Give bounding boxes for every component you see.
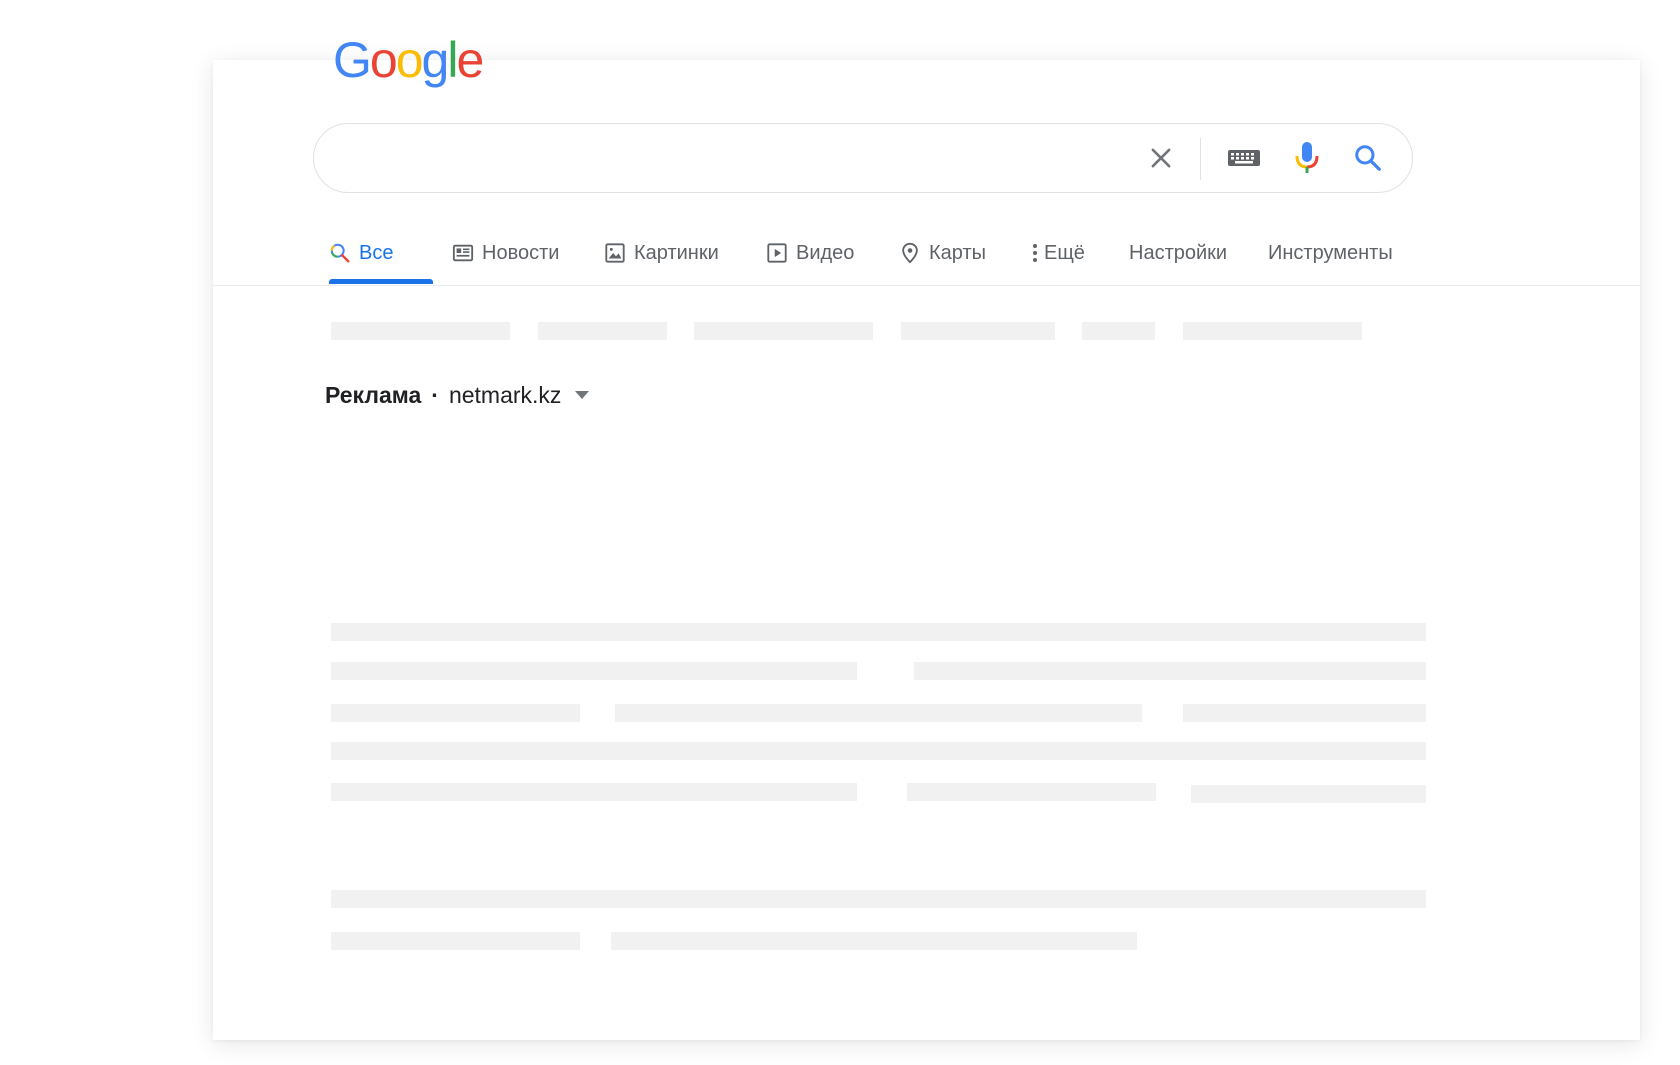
ad-domain[interactable]: netmark.kz <box>449 382 561 409</box>
skeleton-line <box>1082 322 1155 340</box>
skeleton-line <box>901 322 1055 340</box>
search-icon <box>329 242 351 264</box>
search-box <box>313 123 1413 193</box>
skeleton-line <box>611 932 1137 950</box>
image-icon <box>604 242 626 264</box>
skeleton-line <box>694 322 873 340</box>
logo-letter: G <box>333 32 372 88</box>
logo-letter: o <box>369 32 398 88</box>
tab-label: Картинки <box>634 241 719 264</box>
skeleton-line <box>907 783 1156 801</box>
search-box-divider <box>1200 138 1201 180</box>
skeleton-line <box>331 322 510 340</box>
more-vert-icon <box>1032 242 1038 264</box>
ad-header: Реклама · netmark.kz <box>325 380 590 410</box>
skeleton-line <box>331 783 857 801</box>
map-pin-icon <box>899 241 921 265</box>
google-logo[interactable]: Google <box>333 30 484 90</box>
tab-label: Новости <box>482 241 560 264</box>
tab-news[interactable]: Новости <box>452 225 559 281</box>
skeleton-line <box>331 742 1426 760</box>
search-tabs: Все Новости Картинки Видео Карты Ещё Нас… <box>0 225 1680 285</box>
tab-label: Карты <box>929 241 986 264</box>
news-icon <box>452 242 474 264</box>
tab-label: Инструменты <box>1268 241 1393 264</box>
tab-label: Видео <box>796 241 855 264</box>
skeleton-line <box>538 322 667 340</box>
skeleton-line <box>331 704 580 722</box>
keyboard-icon[interactable] <box>1224 138 1264 178</box>
skeleton-line <box>1191 785 1426 803</box>
ad-label: Реклама <box>325 381 422 408</box>
clear-icon[interactable] <box>1141 138 1181 178</box>
tabs-divider <box>213 285 1640 286</box>
skeleton-line <box>331 890 1426 908</box>
tab-more[interactable]: Ещё <box>1032 225 1085 281</box>
logo-letter: e <box>456 32 484 88</box>
active-tab-indicator <box>329 279 433 284</box>
skeleton-line <box>615 704 1142 722</box>
search-icon[interactable] <box>1348 138 1388 178</box>
video-icon <box>766 242 788 264</box>
logo-letter: g <box>421 32 450 88</box>
tab-maps[interactable]: Карты <box>899 225 986 281</box>
tab-video[interactable]: Видео <box>766 225 854 281</box>
tab-label: Ещё <box>1044 241 1085 264</box>
tab-all[interactable]: Все <box>329 225 393 281</box>
tab-images[interactable]: Картинки <box>604 225 719 281</box>
tab-label: Настройки <box>1129 241 1228 264</box>
logo-letter: o <box>395 32 424 88</box>
skeleton-line <box>331 623 1426 641</box>
skeleton-line <box>331 932 580 950</box>
tab-tools[interactable]: Инструменты <box>1268 225 1393 281</box>
skeleton-line <box>1183 704 1426 722</box>
skeleton-line <box>1183 322 1362 340</box>
search-input[interactable] <box>342 138 1126 180</box>
ad-menu-caret-icon[interactable] <box>575 391 590 399</box>
tab-settings[interactable]: Настройки <box>1129 225 1227 281</box>
skeleton-line <box>331 662 857 680</box>
tab-label: Все <box>359 241 394 264</box>
skeleton-line <box>914 662 1426 680</box>
microphone-icon[interactable] <box>1287 138 1327 178</box>
logo-letter: l <box>447 32 458 88</box>
ad-separator: · <box>431 381 439 408</box>
